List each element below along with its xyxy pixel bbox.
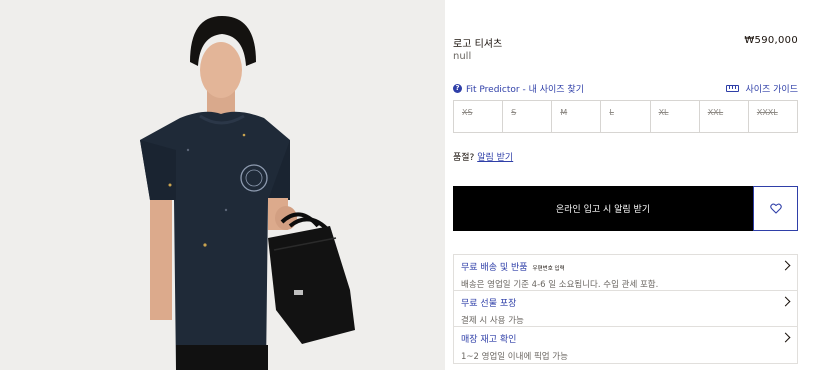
product-photo-illustration bbox=[0, 0, 445, 370]
product-title: 로고 티셔츠 bbox=[453, 39, 503, 50]
services-list: 무료 배송 및 반품 우편번호 입력 배송은 영업일 기준 4-6 일 소요됩니… bbox=[453, 254, 798, 364]
product-image[interactable] bbox=[0, 0, 445, 370]
fit-predictor-icon: ? bbox=[453, 84, 462, 93]
service-desc: 1~2 영업일 이내에 픽업 가능 bbox=[461, 352, 568, 362]
size-option-xxxl[interactable]: XXXL bbox=[749, 101, 797, 132]
wishlist-button[interactable] bbox=[753, 186, 798, 231]
cta-row: 온라인 입고 시 알림 받기 bbox=[453, 186, 798, 231]
service-store-stock[interactable]: 매장 재고 확인 1~2 영업일 이내에 픽업 가능 bbox=[454, 327, 797, 363]
size-guide-link[interactable]: 사이즈 가이드 bbox=[726, 82, 798, 95]
size-option-xs[interactable]: XS bbox=[454, 101, 504, 132]
notify-link[interactable]: 알림 받기 bbox=[477, 153, 513, 163]
fit-row: ? Fit Predictor - 내 사이즈 찾기 사이즈 가이드 bbox=[453, 82, 798, 96]
service-title: 매장 재고 확인 bbox=[461, 335, 517, 345]
size-guide-label: 사이즈 가이드 bbox=[745, 85, 798, 95]
notify-when-available-button[interactable]: 온라인 입고 시 알림 받기 bbox=[453, 186, 753, 231]
size-selector: XS S M L XL XXL XXXL bbox=[453, 100, 798, 133]
heart-icon bbox=[769, 203, 782, 214]
service-free-shipping[interactable]: 무료 배송 및 반품 우편번호 입력 배송은 영업일 기준 4-6 일 소요됩니… bbox=[454, 255, 797, 291]
product-subtitle: null bbox=[453, 51, 472, 62]
fit-predictor-link[interactable]: ? Fit Predictor - 내 사이즈 찾기 bbox=[453, 82, 584, 95]
service-desc: 배송은 영업일 기준 4-6 일 소요됩니다. 수입 관세 포함. bbox=[461, 280, 659, 290]
postcode-tag: 우편번호 입력 bbox=[532, 266, 565, 272]
ruler-icon bbox=[726, 85, 740, 92]
fit-predictor-label: Fit Predictor - 내 사이즈 찾기 bbox=[466, 85, 584, 95]
size-option-m[interactable]: M bbox=[552, 101, 602, 132]
stock-question: 품절? bbox=[453, 153, 475, 163]
stock-notice: 품절? 알림 받기 bbox=[453, 150, 513, 163]
size-option-s[interactable]: S bbox=[503, 101, 553, 132]
service-desc: 결제 시 사용 가능 bbox=[461, 316, 524, 326]
product-price: ₩590,000 bbox=[744, 35, 798, 46]
product-info-panel: 로고 티셔츠 ₩590,000 null ? Fit Predictor - 내… bbox=[453, 0, 798, 370]
service-title: 무료 배송 및 반품 bbox=[461, 263, 528, 273]
size-option-xl[interactable]: XL bbox=[651, 101, 700, 132]
service-gift-wrap[interactable]: 무료 선물 포장 결제 시 사용 가능 bbox=[454, 291, 797, 327]
size-option-xxl[interactable]: XXL bbox=[700, 101, 749, 132]
size-option-l[interactable]: L bbox=[601, 101, 651, 132]
service-title: 무료 선물 포장 bbox=[461, 299, 517, 309]
